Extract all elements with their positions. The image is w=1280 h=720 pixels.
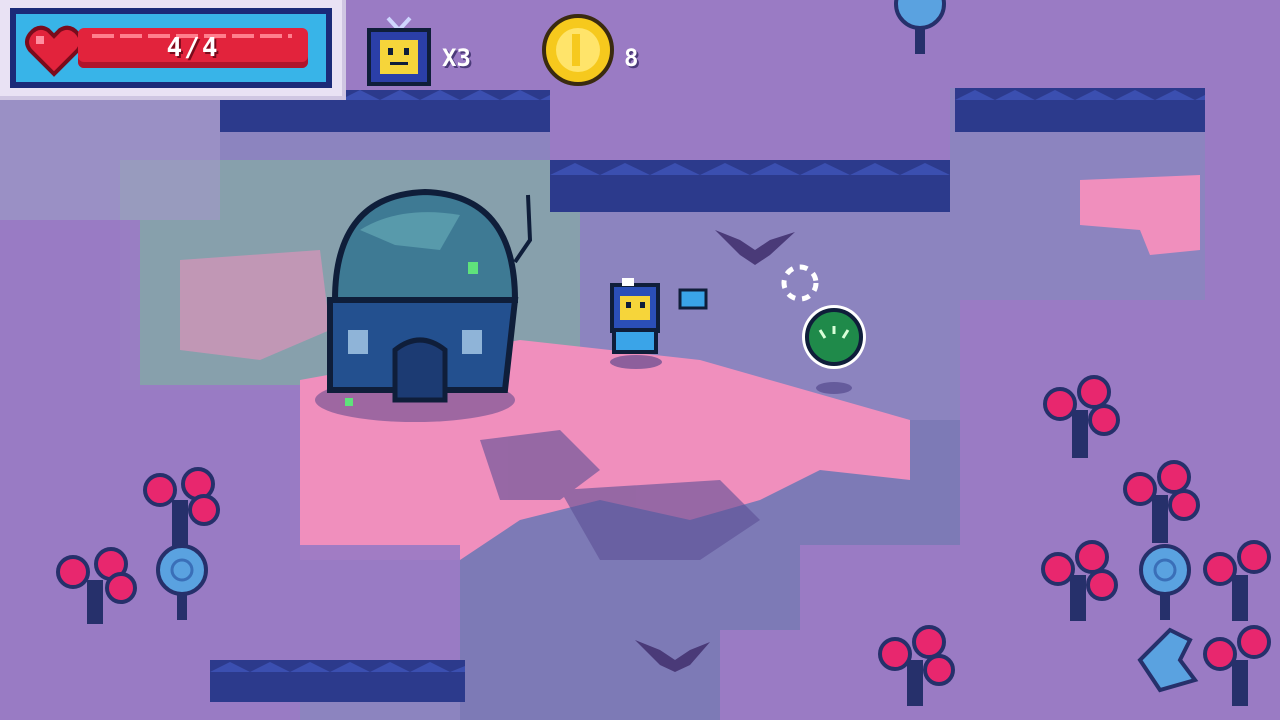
robot-tv-icon bbox=[367, 16, 431, 86]
health-face: 4/4 bbox=[16, 14, 326, 82]
lives-counter: X3 bbox=[366, 14, 496, 88]
coin-counter: 8 bbox=[540, 12, 660, 88]
world-map bbox=[0, 0, 1280, 720]
coin-icon bbox=[542, 14, 614, 86]
health-panel: 4/4 bbox=[0, 0, 346, 100]
lives-count: X3 bbox=[442, 44, 471, 72]
game-scene: 4/4 X3 8 bbox=[0, 0, 1280, 720]
coin-count: 8 bbox=[624, 44, 639, 72]
heart-icon bbox=[25, 25, 83, 77]
health-text: 4/4 bbox=[166, 33, 220, 63]
health-frame: 4/4 bbox=[10, 8, 332, 88]
